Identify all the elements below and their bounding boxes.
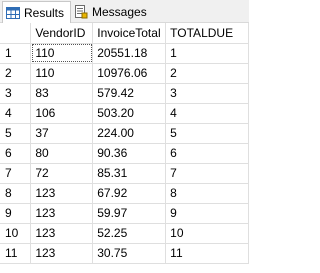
cell-invoicetotal[interactable]: 30.75 xyxy=(92,243,167,264)
cell-vendorid[interactable]: 83 xyxy=(30,83,94,104)
cell-invoicetotal[interactable]: 67.92 xyxy=(92,183,167,204)
cell-totaldue[interactable]: 10 xyxy=(165,223,249,244)
cell-invoicetotal[interactable]: 85.31 xyxy=(92,163,167,184)
results-grid[interactable]: VendorID InvoiceTotal TOTALDUE 1 110 20551… xyxy=(0,23,249,264)
cell-invoicetotal[interactable]: 20551.18 xyxy=(92,43,167,64)
cell-totaldue[interactable]: 8 xyxy=(165,183,249,204)
table-row[interactable]: 2 110 10976.06 2 xyxy=(0,63,249,84)
table-row[interactable]: 9 123 59.97 9 xyxy=(0,203,249,224)
cell-vendorid[interactable]: 80 xyxy=(30,143,94,164)
column-header-totaldue[interactable]: TOTALDUE xyxy=(165,23,249,44)
cell-totaldue[interactable]: 5 xyxy=(165,123,249,144)
cell-vendorid[interactable]: 110 xyxy=(30,63,94,84)
cell-invoicetotal[interactable]: 224.00 xyxy=(92,123,167,144)
cell-vendorid[interactable]: 106 xyxy=(30,103,94,124)
row-number[interactable]: 9 xyxy=(0,203,32,224)
tab-messages[interactable]: Messages xyxy=(71,2,153,22)
table-row[interactable]: 6 80 90.36 6 xyxy=(0,143,249,164)
cell-vendorid[interactable]: 37 xyxy=(30,123,94,144)
cell-vendorid[interactable]: 123 xyxy=(30,243,94,264)
table-row[interactable]: 7 72 85.31 7 xyxy=(0,163,249,184)
row-number[interactable]: 6 xyxy=(0,143,32,164)
table-row[interactable]: 4 106 503.20 4 xyxy=(0,103,249,124)
row-number[interactable]: 1 xyxy=(0,43,32,64)
cell-invoicetotal[interactable]: 503.20 xyxy=(92,103,167,124)
grid-header-row: VendorID InvoiceTotal TOTALDUE xyxy=(0,23,249,44)
row-number[interactable]: 7 xyxy=(0,163,32,184)
grid-icon xyxy=(6,6,20,20)
results-tab-bar: Results Messages xyxy=(0,0,249,23)
messages-icon xyxy=(74,5,88,19)
tab-messages-label: Messages xyxy=(92,5,147,19)
column-header-vendorid[interactable]: VendorID xyxy=(30,23,94,44)
cell-vendorid[interactable]: 123 xyxy=(30,223,94,244)
cell-totaldue[interactable]: 2 xyxy=(165,63,249,84)
row-number[interactable]: 4 xyxy=(0,103,32,124)
row-number-header[interactable] xyxy=(0,23,32,44)
row-number[interactable]: 11 xyxy=(0,243,32,264)
cell-totaldue[interactable]: 11 xyxy=(165,243,249,264)
table-row[interactable]: 3 83 579.42 3 xyxy=(0,83,249,104)
row-number[interactable]: 2 xyxy=(0,63,32,84)
cell-totaldue[interactable]: 7 xyxy=(165,163,249,184)
cell-invoicetotal[interactable]: 90.36 xyxy=(92,143,167,164)
cell-totaldue[interactable]: 4 xyxy=(165,103,249,124)
table-row[interactable]: 8 123 67.92 8 xyxy=(0,183,249,204)
cell-vendorid[interactable]: 72 xyxy=(30,163,94,184)
tab-results-label: Results xyxy=(24,5,65,20)
column-header-invoicetotal[interactable]: InvoiceTotal xyxy=(92,23,167,44)
cell-totaldue[interactable]: 1 xyxy=(165,43,249,64)
cell-invoicetotal[interactable]: 579.42 xyxy=(92,83,167,104)
cell-totaldue[interactable]: 9 xyxy=(165,203,249,224)
cell-vendorid[interactable]: 123 xyxy=(30,203,94,224)
table-row[interactable]: 5 37 224.00 5 xyxy=(0,123,249,144)
table-row[interactable]: 1 110 20551.18 1 xyxy=(0,43,249,64)
cell-invoicetotal[interactable]: 52.25 xyxy=(92,223,167,244)
table-row[interactable]: 11 123 30.75 11 xyxy=(0,243,249,264)
cell-vendorid[interactable]: 110 xyxy=(30,43,94,64)
cell-totaldue[interactable]: 3 xyxy=(165,83,249,104)
row-number[interactable]: 5 xyxy=(0,123,32,144)
row-number[interactable]: 3 xyxy=(0,83,32,104)
table-row[interactable]: 10 123 52.25 10 xyxy=(0,223,249,244)
cell-invoicetotal[interactable]: 59.97 xyxy=(92,203,167,224)
cell-vendorid[interactable]: 123 xyxy=(30,183,94,204)
cell-invoicetotal[interactable]: 10976.06 xyxy=(92,63,167,84)
cell-totaldue[interactable]: 6 xyxy=(165,143,249,164)
row-number[interactable]: 8 xyxy=(0,183,32,204)
tab-results[interactable]: Results xyxy=(2,1,72,23)
row-number[interactable]: 10 xyxy=(0,223,32,244)
